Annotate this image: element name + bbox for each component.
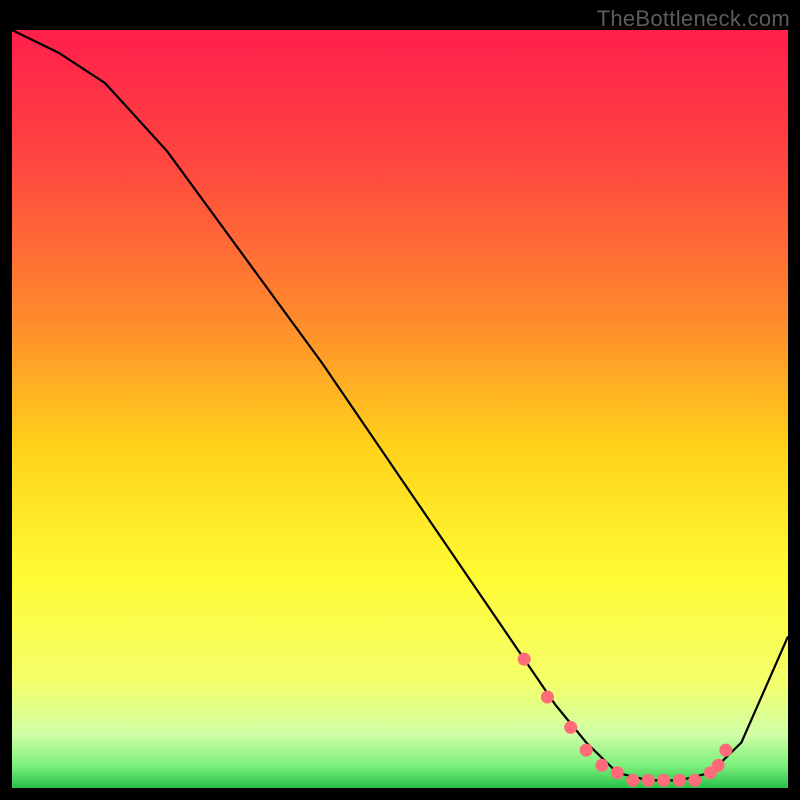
marker-dot bbox=[642, 774, 654, 786]
marker-dot bbox=[627, 774, 639, 786]
marker-dot bbox=[611, 767, 623, 779]
marker-dot bbox=[689, 774, 701, 786]
marker-dot bbox=[596, 759, 608, 771]
marker-dot bbox=[673, 774, 685, 786]
marker-dot bbox=[565, 721, 577, 733]
bottleneck-chart bbox=[12, 30, 788, 788]
gradient-background bbox=[12, 30, 788, 788]
marker-dot bbox=[580, 744, 592, 756]
marker-dot bbox=[720, 744, 732, 756]
watermark-text: TheBottleneck.com bbox=[597, 6, 790, 32]
marker-dot bbox=[658, 774, 670, 786]
marker-dot bbox=[541, 691, 553, 703]
marker-dot bbox=[712, 759, 724, 771]
marker-dot bbox=[518, 653, 530, 665]
chart-frame: TheBottleneck.com bbox=[0, 0, 800, 800]
